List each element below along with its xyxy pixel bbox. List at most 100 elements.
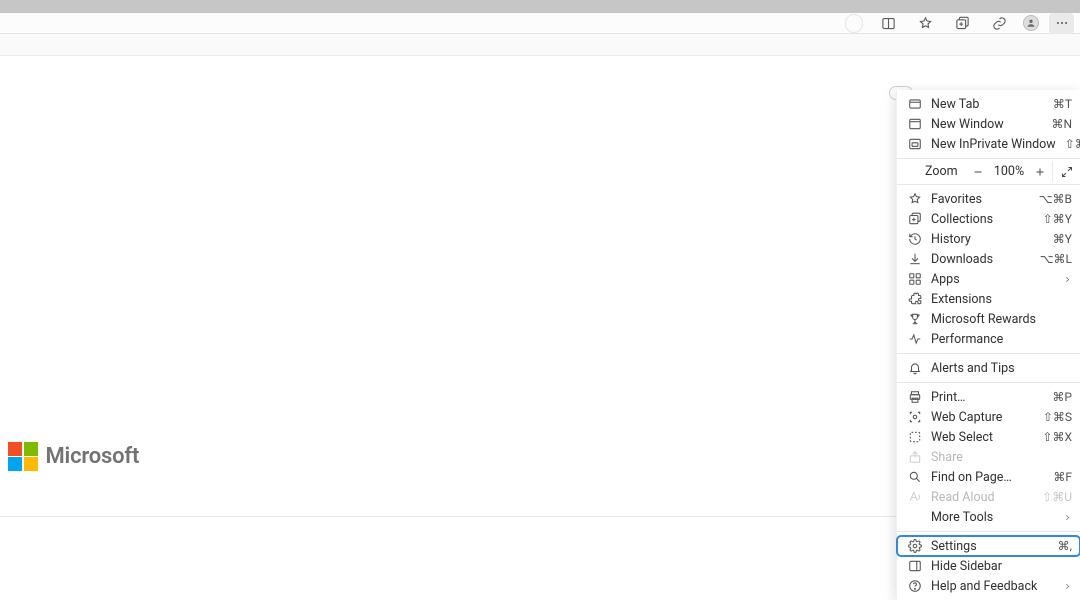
menu-apps[interactable]: Apps xyxy=(897,269,1080,289)
menu-new-window[interactable]: New Window ⌘N xyxy=(897,114,1080,134)
apps-icon xyxy=(907,272,922,287)
page-content-area: Microsoft New Tab ⌘T New Window ⌘N New I… xyxy=(0,56,1080,531)
help-icon xyxy=(907,579,922,594)
menu-web-select[interactable]: Web Select ⇧⌘X xyxy=(897,427,1080,447)
menu-more-tools[interactable]: More Tools xyxy=(897,507,1080,527)
collections-icon xyxy=(907,212,922,227)
menu-item-label: Find on Page… xyxy=(931,470,1044,485)
menu-item-label: Alerts and Tips xyxy=(931,361,1072,376)
menu-read-aloud: Read Aloud ⇧⌘U xyxy=(897,487,1080,507)
menu-item-shortcut: ⌘F xyxy=(1053,470,1072,484)
menu-item-label: Share xyxy=(931,450,1072,465)
zoom-value: 100% xyxy=(990,164,1028,179)
download-icon xyxy=(907,252,922,267)
menu-web-capture[interactable]: Web Capture ⇧⌘S xyxy=(897,407,1080,427)
bookmarks-bar xyxy=(0,34,1080,56)
menu-item-shortcut: ⇧⌘X xyxy=(1042,430,1072,444)
menu-item-label: Print… xyxy=(931,390,1043,405)
microsoft-logo: Microsoft xyxy=(8,442,139,472)
menu-item-label: New Window xyxy=(931,117,1042,132)
menu-downloads[interactable]: Downloads ⌥⌘L xyxy=(897,249,1080,269)
menu-item-label: New InPrivate Window xyxy=(931,137,1056,152)
menu-item-label: Web Select xyxy=(931,430,1033,445)
zoom-out-button[interactable] xyxy=(966,161,990,182)
menu-item-shortcut: ⌥⌘B xyxy=(1039,192,1072,206)
menu-item-label: New Tab xyxy=(931,97,1044,112)
menu-favorites[interactable]: Favorites ⌥⌘B xyxy=(897,189,1080,209)
menu-item-shortcut: ⌘Y xyxy=(1053,232,1072,246)
search-icon xyxy=(907,470,922,485)
menu-extensions[interactable]: Extensions xyxy=(897,289,1080,309)
zoom-row: Zoom 100% xyxy=(897,161,1080,182)
menu-item-label: Microsoft Rewards xyxy=(931,312,1072,327)
menu-new-tab[interactable]: New Tab ⌘T xyxy=(897,94,1080,114)
zoom-label: Zoom xyxy=(925,164,958,179)
menu-item-label: Settings xyxy=(931,539,1049,554)
trophy-icon xyxy=(907,312,922,327)
star-icon xyxy=(918,16,933,31)
menu-history[interactable]: History ⌘Y xyxy=(897,229,1080,249)
menu-item-label: Read Aloud xyxy=(931,490,1033,505)
menu-item-label: Favorites xyxy=(931,192,1030,207)
puzzle-icon xyxy=(907,292,922,307)
blank-icon xyxy=(907,510,922,525)
star-icon xyxy=(907,192,922,207)
menu-item-shortcut: ⌘T xyxy=(1053,97,1072,111)
fullscreen-button[interactable] xyxy=(1052,161,1080,182)
split-screen-button[interactable] xyxy=(875,13,902,33)
menu-print[interactable]: Print… ⌘P xyxy=(897,387,1080,407)
plus-icon xyxy=(1034,166,1046,178)
expand-icon xyxy=(1061,166,1073,178)
menu-item-shortcut: ⌥⌘L xyxy=(1040,252,1072,266)
menu-item-label: Help and Feedback xyxy=(931,579,1053,594)
pulse-icon xyxy=(907,332,922,347)
inprivate-icon xyxy=(907,137,922,152)
menu-settings[interactable]: Settings ⌘, xyxy=(897,536,1080,556)
gear-icon xyxy=(907,539,922,554)
menu-item-label: History xyxy=(931,232,1044,247)
person-icon xyxy=(1026,18,1036,28)
favorites-button[interactable] xyxy=(912,13,939,33)
capture-icon xyxy=(907,410,922,425)
sidebar-icon xyxy=(907,559,922,574)
profile-avatar[interactable] xyxy=(1023,15,1039,31)
menu-hide-sidebar[interactable]: Hide Sidebar xyxy=(897,556,1080,576)
readaloud-icon xyxy=(907,490,922,505)
window-title-bar xyxy=(0,0,1080,13)
window-icon xyxy=(907,117,922,132)
menu-collections[interactable]: Collections ⇧⌘Y xyxy=(897,209,1080,229)
menu-item-shortcut: ⇧⌘Y xyxy=(1043,212,1072,226)
menu-item-label: Collections xyxy=(931,212,1034,227)
menu-item-label: Downloads xyxy=(931,252,1031,267)
menu-item-label: Hide Sidebar xyxy=(931,559,1072,574)
menu-item-label: Apps xyxy=(931,272,1053,287)
tab-icon xyxy=(907,97,922,112)
browser-toolbar xyxy=(0,13,1080,34)
menu-performance[interactable]: Performance xyxy=(897,329,1080,349)
menu-item-label: Extensions xyxy=(931,292,1072,307)
menu-alerts[interactable]: Alerts and Tips xyxy=(897,358,1080,378)
microsoft-logo-squares xyxy=(8,442,38,472)
link-button[interactable] xyxy=(986,13,1013,33)
collections-button[interactable] xyxy=(949,13,976,33)
more-options-button[interactable] xyxy=(1049,13,1074,34)
collections-icon xyxy=(955,16,970,31)
split-screen-icon xyxy=(881,16,896,31)
menu-item-shortcut: ⇧⌘S xyxy=(1043,410,1072,424)
menu-new-inprivate[interactable]: New InPrivate Window ⇧⌘N xyxy=(897,134,1080,154)
menu-item-shortcut: ⇧⌘N xyxy=(1065,137,1080,151)
menu-help[interactable]: Help and Feedback xyxy=(897,576,1080,596)
menu-item-label: More Tools xyxy=(931,510,1053,525)
select-icon xyxy=(907,430,922,445)
minus-icon xyxy=(972,166,984,178)
bell-icon xyxy=(907,361,922,376)
star-pill[interactable] xyxy=(845,14,863,33)
chevron-right-icon xyxy=(1062,512,1072,522)
menu-item-label: Performance xyxy=(931,332,1072,347)
menu-rewards[interactable]: Microsoft Rewards xyxy=(897,309,1080,329)
zoom-in-button[interactable] xyxy=(1028,161,1052,182)
menu-find[interactable]: Find on Page… ⌘F xyxy=(897,467,1080,487)
menu-item-label: Web Capture xyxy=(931,410,1034,425)
ellipsis-icon xyxy=(1055,16,1069,30)
menu-item-shortcut: ⌘P xyxy=(1052,390,1072,404)
